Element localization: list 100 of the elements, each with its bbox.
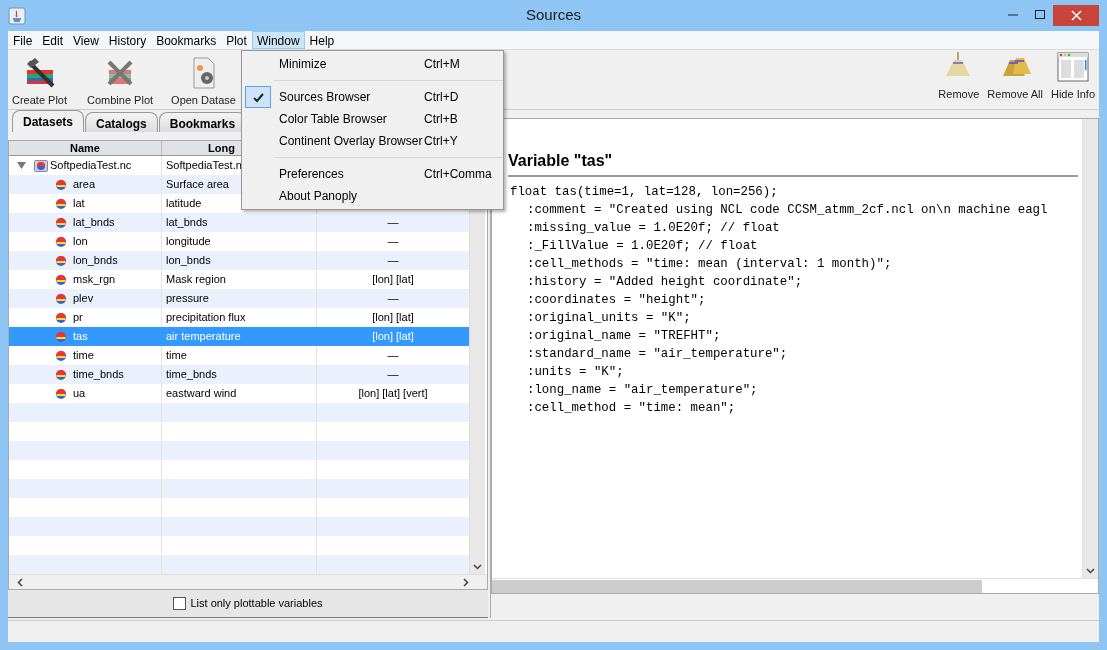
table-cell-text: — <box>386 253 400 269</box>
menu-option[interactable]: Preferences Ctrl+Comma <box>242 163 503 185</box>
menu-item[interactable]: Edit <box>37 31 69 49</box>
horizontal-scrollbar[interactable] <box>492 578 1098 593</box>
table-cell-text: — <box>386 348 400 364</box>
table-cell: lon_bnds <box>166 254 211 267</box>
table-cell-text: [lon] [lat] <box>371 272 415 288</box>
window-panels-icon <box>1056 50 1090 84</box>
toolbar-button[interactable]: Open Datase <box>167 56 240 109</box>
app-icon <box>8 6 26 25</box>
table-cell: Mask region <box>166 273 226 286</box>
window-title: Sources <box>525 5 582 26</box>
column-header: Long <box>208 142 235 154</box>
table-cell-text: — <box>386 291 400 307</box>
table-cell: pressure <box>166 292 209 305</box>
table-cell: SoftpediaTest.n <box>166 159 242 172</box>
code-line: float tas(time=1, lat=128, lon=256); <box>510 184 779 201</box>
toolbar-button[interactable]: Hide Info <box>1046 50 1099 103</box>
table-cell[interactable]: lat_bnds <box>73 214 115 231</box>
table-cell: lat_bnds <box>166 216 208 229</box>
menu-item[interactable]: History <box>103 31 152 49</box>
code-line: :missing_value = 1.0E20f; // float <box>526 220 781 237</box>
info-heading: Variable "tas" <box>508 151 613 171</box>
table-cell[interactable]: SoftpediaTest.nc <box>50 157 132 174</box>
table-cell-text: [lon] [lat] [vert] <box>357 386 429 402</box>
variable-icon <box>55 368 67 381</box>
table-cell: precipitation flux <box>166 311 246 324</box>
menu-item[interactable]: View <box>68 31 104 49</box>
table-cell-text: — <box>386 234 400 250</box>
variable-icon <box>55 197 67 210</box>
table-cell[interactable]: plev <box>73 290 94 307</box>
menu-item[interactable]: Plot <box>221 31 252 49</box>
column-header: Name <box>70 142 100 154</box>
chevron-down-icon[interactable] <box>1086 568 1095 574</box>
menu-item[interactable]: Window <box>251 31 305 49</box>
menu-option[interactable]: About Panoply <box>242 185 503 207</box>
code-line: :cell_method = "time: mean"; <box>526 400 737 417</box>
variable-icon <box>55 330 67 343</box>
table-cell: eastward wind <box>166 387 237 400</box>
code-line: :comment = "Created using NCL code CCSM_atmm_2cf.ncl on\n machine eagl <box>526 202 1049 219</box>
table-cell[interactable]: pr <box>73 309 83 326</box>
code-line: :cell_methods = "time: mean (interval: 1 month)"; <box>526 256 893 273</box>
horizontal-scrollbar[interactable] <box>9 574 487 590</box>
table-cell: longitude <box>166 235 211 248</box>
maximize-icon <box>1034 10 1045 20</box>
table-cell-text: [lon] [lat] <box>371 310 415 326</box>
code-line: :standard_name = "air_temperature"; <box>526 346 789 363</box>
vertical-scrollbar[interactable] <box>1082 119 1098 578</box>
table-cell[interactable]: time <box>73 347 94 364</box>
table-cell[interactable]: msk_rgn <box>73 271 116 288</box>
toolbar-button[interactable]: Create Plot <box>8 56 72 109</box>
code-line: :long_name = "air_temperature"; <box>526 382 759 399</box>
code-line: :_FillValue = 1.0E20f; // float <box>526 238 759 255</box>
table-cell: Surface area <box>166 178 229 191</box>
variable-icon <box>55 273 67 286</box>
menu-option[interactable]: Continent Overlay BrowserCtrl+Y <box>242 130 503 152</box>
variable-icon <box>55 216 67 229</box>
menu-option[interactable]: Minimize Ctrl+M <box>242 53 503 75</box>
menu-option[interactable]: Sources Browser Ctrl+D <box>242 86 503 108</box>
close-icon <box>1070 10 1082 21</box>
variable-icon <box>55 311 67 324</box>
tab[interactable]: Catalogs <box>85 112 158 132</box>
code-line: :coordinates = "height"; <box>526 292 707 309</box>
table-cell[interactable]: lon <box>73 233 88 250</box>
code-line: :original_name = "TREFHT"; <box>526 328 722 345</box>
table-cell: air temperature <box>166 330 241 343</box>
variable-icon <box>55 235 67 248</box>
table-cell[interactable]: area <box>73 176 96 193</box>
variable-icon <box>55 254 67 267</box>
menu-item[interactable]: Help <box>304 31 340 49</box>
menu-item[interactable]: Bookmarks <box>151 31 222 49</box>
checkbox-label[interactable]: List only plottable variables <box>190 595 323 612</box>
variable-icon <box>55 292 67 305</box>
menu-item[interactable]: File <box>8 31 38 49</box>
table-cell: time_bnds <box>166 368 217 381</box>
table-cell-text: — <box>386 367 400 383</box>
table-cell[interactable]: ua <box>73 385 86 402</box>
checkbox[interactable] <box>173 597 187 611</box>
table-cell[interactable]: lat <box>73 195 85 212</box>
chevron-down-icon[interactable] <box>473 564 482 571</box>
code-line: :original_units = "K"; <box>526 310 692 327</box>
code-line: :history = "Added height coordinate"; <box>526 274 804 291</box>
table-cell: time <box>166 349 187 362</box>
toolbar-button[interactable]: Remove All <box>983 50 1047 103</box>
toolbar-button[interactable]: Remove <box>934 50 984 103</box>
variable-icon <box>55 349 67 362</box>
variable-icon <box>55 178 67 191</box>
table-cell[interactable]: time_bnds <box>73 366 124 383</box>
dataset-icon <box>34 158 48 173</box>
code-line: :units = "K"; <box>526 364 625 381</box>
tab[interactable]: Datasets <box>12 110 85 132</box>
expanded-arrow-icon[interactable] <box>17 161 26 170</box>
chevron-left-icon[interactable] <box>17 577 23 587</box>
table-cell-text: [lon] [lat] <box>371 329 415 345</box>
toolbar-button[interactable]: Combine Plot <box>83 56 158 109</box>
table-cell-text: — <box>386 215 400 231</box>
table-cell[interactable]: lon_bnds <box>73 252 118 269</box>
table-cell: latitude <box>166 197 202 210</box>
variable-icon <box>55 387 67 400</box>
chevron-right-icon[interactable] <box>463 577 469 587</box>
